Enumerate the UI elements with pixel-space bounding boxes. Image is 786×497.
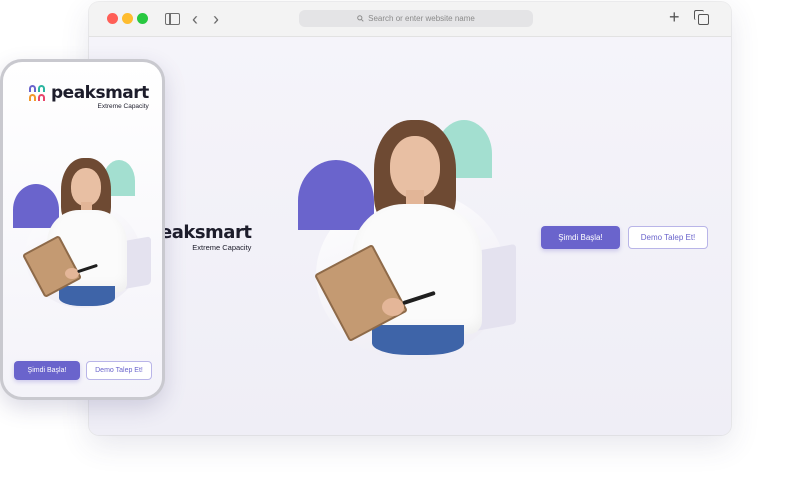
request-demo-button[interactable]: Demo Talep Et!: [628, 226, 708, 249]
phone-mockup: peaksmart Extreme Capacity Şimdi Başla! …: [0, 59, 165, 400]
brand-name: eaksmart: [160, 222, 252, 243]
hero-illustration: [296, 120, 526, 360]
maximize-window-button[interactable]: [137, 13, 148, 24]
phone-screen: peaksmart Extreme Capacity Şimdi Başla! …: [3, 62, 162, 397]
woman-photo: [314, 120, 516, 360]
address-placeholder: Search or enter website name: [368, 14, 475, 23]
search-icon: [357, 15, 364, 22]
phone-logo[interactable]: peaksmart Extreme Capacity: [29, 84, 149, 110]
minimize-window-button[interactable]: [122, 13, 133, 24]
browser-window: ‹ › Search or enter website name + eaksm…: [89, 2, 731, 435]
plus-icon[interactable]: +: [669, 8, 680, 26]
phone-woman-photo: [21, 158, 147, 308]
phone-brand-name: peaksmart: [51, 83, 149, 103]
tabs-icon[interactable]: [694, 10, 709, 25]
sidebar-icon[interactable]: [165, 13, 180, 25]
phone-start-now-button[interactable]: Şimdi Başla!: [14, 361, 80, 380]
back-chevron-icon[interactable]: ‹: [192, 10, 198, 28]
phone-hero-illustration: [13, 158, 153, 308]
address-bar[interactable]: Search or enter website name: [299, 10, 533, 27]
start-now-button[interactable]: Şimdi Başla!: [541, 226, 620, 249]
close-window-button[interactable]: [107, 13, 118, 24]
phone-request-demo-button[interactable]: Demo Talep Et!: [86, 361, 152, 380]
peaksmart-logo-icon: [29, 85, 47, 103]
desktop-logo[interactable]: eaksmart Extreme Capacity: [160, 222, 252, 253]
phone-brand-tagline: Extreme Capacity: [97, 103, 149, 110]
page-content: eaksmart Extreme Capacity Şimdi Başla! D…: [89, 37, 731, 435]
forward-chevron-icon[interactable]: ›: [213, 10, 219, 28]
brand-tagline: Extreme Capacity: [192, 243, 252, 252]
browser-toolbar: ‹ › Search or enter website name +: [89, 2, 731, 37]
